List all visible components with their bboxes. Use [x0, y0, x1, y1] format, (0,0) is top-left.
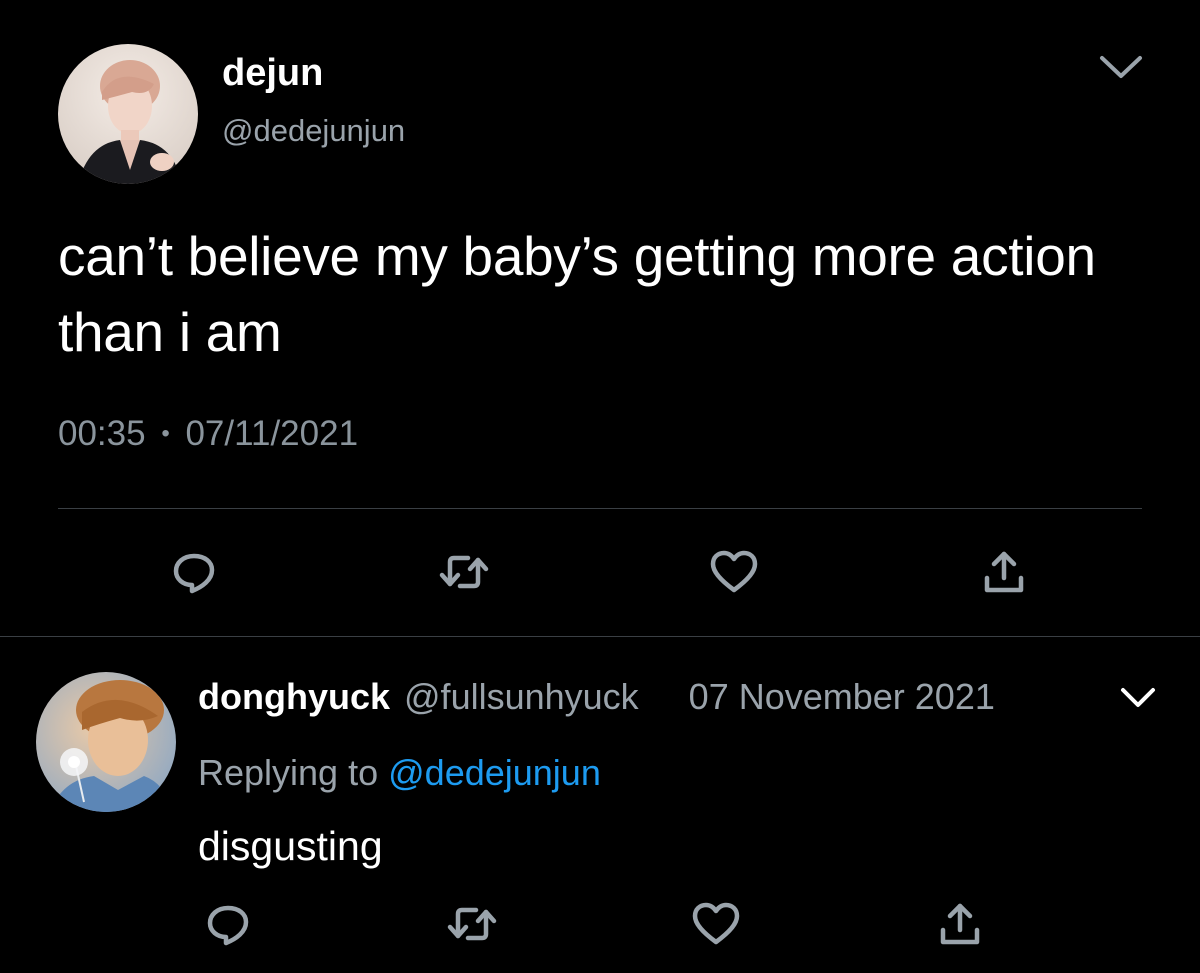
reply-like-button[interactable]	[688, 896, 744, 952]
reply-reply-button[interactable]	[200, 896, 256, 952]
reply-header: donghyuck @fullsunhyuck 07 November 2021	[198, 676, 995, 718]
tweet-text: can’t believe my baby’s getting more act…	[58, 225, 1096, 363]
reply-author-avatar[interactable]	[36, 672, 176, 812]
chevron-down-icon[interactable]	[1096, 50, 1146, 84]
reply-author-handle[interactable]: @fullsunhyuck	[404, 676, 639, 718]
heart-icon	[710, 550, 758, 593]
retweet-icon	[447, 907, 497, 941]
speech-bubble-icon	[207, 905, 249, 946]
replying-to-context: Replying to @dedejunjun	[198, 752, 601, 794]
timestamp-separator: •	[161, 420, 170, 447]
chevron-down-icon[interactable]	[1118, 684, 1158, 712]
reply-share-button[interactable]	[932, 896, 988, 952]
reply-author-display-name[interactable]: donghyuck	[198, 676, 390, 718]
share-button[interactable]	[976, 544, 1032, 600]
reply-date[interactable]: 07 November 2021	[689, 676, 995, 718]
replying-to-link[interactable]: @dedejunjun	[388, 752, 601, 793]
reply-button[interactable]	[166, 544, 222, 600]
heart-icon	[692, 902, 740, 945]
section-divider	[0, 636, 1200, 637]
share-icon	[984, 551, 1024, 593]
tweet-time: 00:35	[58, 414, 146, 453]
speech-bubble-icon	[173, 553, 215, 594]
tweet-date: 07/11/2021	[185, 414, 359, 453]
replying-to-label: Replying to	[198, 752, 379, 793]
divider	[58, 508, 1142, 509]
tweet-timestamp: 00:35 • 07/11/2021	[58, 414, 358, 454]
like-button[interactable]	[706, 544, 762, 600]
retweet-button[interactable]	[436, 544, 492, 600]
reply-text: disgusting	[198, 823, 383, 869]
author-display-name[interactable]: dejun	[222, 52, 323, 95]
retweet-icon	[439, 555, 489, 589]
author-handle[interactable]: @dedejunjun	[222, 113, 405, 149]
share-icon	[940, 903, 980, 945]
author-avatar[interactable]	[58, 44, 198, 184]
reply-retweet-button[interactable]	[444, 896, 500, 952]
